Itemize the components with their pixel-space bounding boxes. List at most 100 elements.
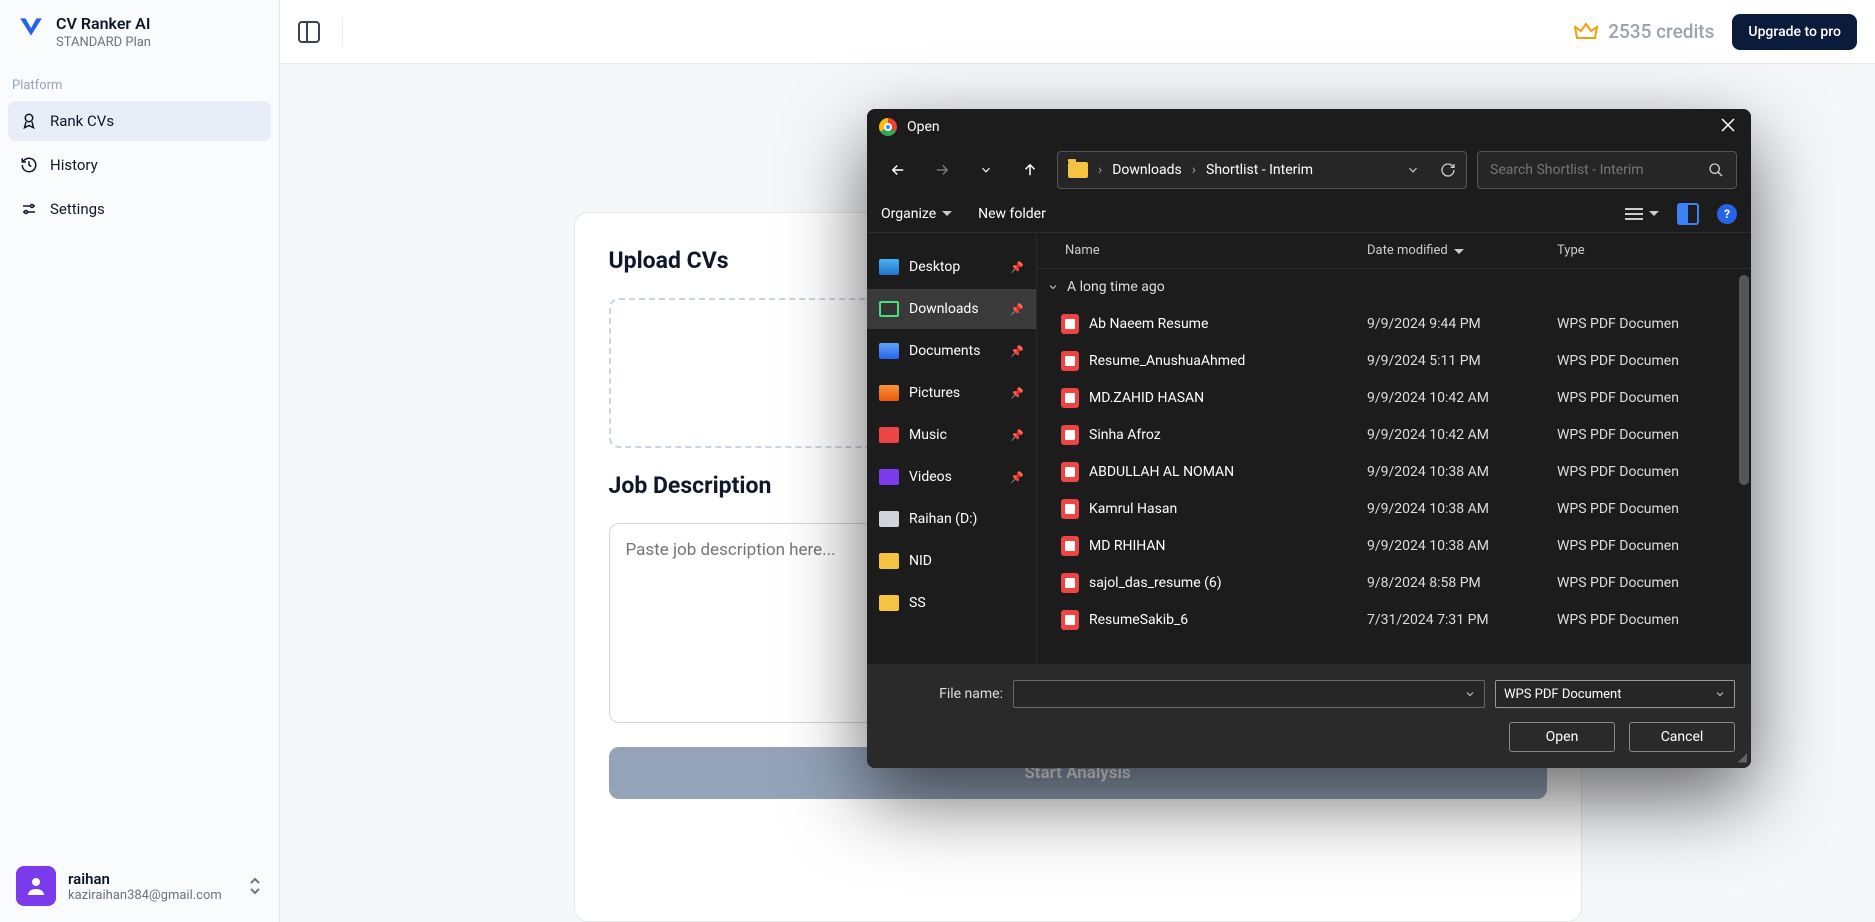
file-type: WPS PDF Documen [1557, 427, 1739, 443]
sliders-icon [20, 200, 38, 218]
file-row[interactable]: ResumeSakib_6 7/31/2024 7:31 PMWPS PDF Do… [1037, 601, 1751, 638]
search-box[interactable] [1477, 151, 1737, 189]
cancel-button[interactable]: Cancel [1629, 722, 1735, 752]
nav-item-history[interactable]: History [8, 145, 271, 185]
side-item[interactable]: Music📌 [867, 415, 1036, 455]
file-name: MD RHIHAN [1089, 538, 1166, 554]
file-date: 9/8/2024 8:58 PM [1367, 575, 1557, 591]
crumb-sep: › [1192, 162, 1196, 178]
side-item[interactable]: Videos📌 [867, 457, 1036, 497]
dialog-titlebar: Open [867, 109, 1751, 145]
brand-block: CV Ranker AI STANDARD Plan [0, 0, 279, 64]
side-item[interactable]: SS [867, 583, 1036, 623]
pdf-icon [1061, 425, 1079, 445]
section-label: Platform [0, 64, 279, 101]
scrollbar-thumb[interactable] [1739, 275, 1749, 485]
nav-forward-button[interactable] [925, 153, 959, 187]
file-list[interactable]: A long time ago Ab Naeem Resume9/9/2024 … [1037, 269, 1751, 664]
file-name-input-wrap[interactable] [1013, 680, 1485, 708]
col-type[interactable]: Type [1557, 243, 1739, 258]
pdf-icon [1061, 388, 1079, 408]
file-row[interactable]: sajol_das_resume (6)9/8/2024 8:58 PMWPS … [1037, 564, 1751, 601]
pdf-icon [1061, 314, 1079, 334]
preview-pane-button[interactable] [1677, 203, 1699, 225]
avatar [16, 866, 56, 906]
nav-up-button[interactable] [1013, 153, 1047, 187]
file-row[interactable]: MD.ZAHID HASAN9/9/2024 10:42 AMWPS PDF D… [1037, 379, 1751, 416]
dialog-footer: File name: WPS PDF Document Open Cancel [867, 664, 1751, 768]
file-type: WPS PDF Documen [1557, 612, 1739, 628]
dialog-nav: › Downloads › Shortlist - Interim [867, 145, 1751, 195]
nav-item-settings[interactable]: Settings [8, 189, 271, 229]
open-button[interactable]: Open [1509, 722, 1615, 752]
refresh-icon[interactable] [1440, 162, 1456, 178]
sidebar: CV Ranker AI STANDARD Plan Platform Rank… [0, 0, 280, 922]
history-icon [20, 156, 38, 174]
side-item[interactable]: Pictures📌 [867, 373, 1036, 413]
chevron-down-icon [979, 163, 993, 177]
panel-toggle-icon[interactable] [298, 21, 320, 43]
side-item[interactable]: Desktop📌 [867, 247, 1036, 287]
file-name-input[interactable] [1022, 687, 1464, 702]
search-icon [1708, 162, 1724, 178]
crown-icon [1574, 20, 1598, 44]
col-date[interactable]: Date modified [1367, 243, 1557, 258]
file-date: 9/9/2024 9:44 PM [1367, 316, 1557, 332]
view-mode-button[interactable] [1625, 208, 1659, 220]
side-item[interactable]: NID [867, 541, 1036, 581]
file-type: WPS PDF Documen [1557, 353, 1739, 369]
user-name: raihan [68, 870, 222, 888]
nav-back-button[interactable] [881, 153, 915, 187]
crumb-segment[interactable]: Shortlist - Interim [1206, 162, 1313, 178]
side-item[interactable]: Raihan (D:) [867, 499, 1036, 539]
side-label: NID [909, 553, 932, 569]
side-thumb-icon [879, 469, 899, 485]
file-type: WPS PDF Documen [1557, 464, 1739, 480]
file-row[interactable]: Ab Naeem Resume9/9/2024 9:44 PMWPS PDF D… [1037, 305, 1751, 342]
file-date: 7/31/2024 7:31 PM [1367, 612, 1557, 628]
search-input[interactable] [1490, 162, 1698, 178]
file-name: MD.ZAHID HASAN [1089, 390, 1204, 406]
file-row[interactable]: Kamrul Hasan9/9/2024 10:38 AMWPS PDF Doc… [1037, 490, 1751, 527]
file-header: Name Date modified Type [1037, 233, 1751, 269]
file-row[interactable]: ABDULLAH AL NOMAN9/9/2024 10:38 AMWPS PD… [1037, 453, 1751, 490]
arrow-left-icon [889, 161, 907, 179]
side-label: Downloads [909, 301, 979, 317]
chevron-down-icon [1714, 688, 1726, 700]
nav-item-rank-cvs[interactable]: Rank CVs [8, 101, 271, 141]
caret-down-icon [1649, 209, 1659, 219]
brand-subtitle: STANDARD Plan [56, 35, 151, 50]
pdf-icon [1061, 462, 1079, 482]
file-type-select[interactable]: WPS PDF Document [1495, 680, 1735, 708]
close-button[interactable] [1717, 114, 1739, 140]
organize-menu[interactable]: Organize [881, 206, 952, 222]
col-name[interactable]: Name [1037, 243, 1367, 258]
new-folder-button[interactable]: New folder [978, 206, 1046, 222]
chevron-down-icon[interactable] [1406, 163, 1420, 177]
crumb-segment[interactable]: Downloads [1112, 162, 1182, 178]
side-thumb-icon [879, 511, 899, 527]
file-row[interactable]: Sinha Afroz9/9/2024 10:42 AMWPS PDF Docu… [1037, 416, 1751, 453]
resize-grip-icon[interactable]: ◢ [1738, 750, 1747, 764]
group-row[interactable]: A long time ago [1037, 269, 1751, 305]
file-name: ResumeSakib_6 [1089, 612, 1188, 628]
brand-logo-icon [18, 14, 44, 40]
side-label: Documents [909, 343, 980, 359]
topbar: 2535 credits Upgrade to pro [280, 0, 1875, 64]
user-block[interactable]: raihan kaziraihan384@gmail.com [0, 850, 279, 922]
dialog-title: Open [907, 119, 940, 135]
file-date: 9/9/2024 10:38 AM [1367, 464, 1557, 480]
help-button[interactable]: ? [1717, 204, 1737, 224]
chevron-down-icon[interactable] [1464, 688, 1476, 700]
arrow-up-icon [1021, 161, 1039, 179]
side-item[interactable]: Downloads📌 [867, 289, 1036, 329]
breadcrumb[interactable]: › Downloads › Shortlist - Interim [1057, 151, 1467, 189]
upgrade-button[interactable]: Upgrade to pro [1732, 14, 1857, 50]
nav-recent-button[interactable] [969, 153, 1003, 187]
file-row[interactable]: Resume_AnushuaAhmed9/9/2024 5:11 PMWPS P… [1037, 342, 1751, 379]
organize-label: Organize [881, 206, 936, 222]
dialog-body: Desktop📌Downloads📌Documents📌Pictures📌Mus… [867, 233, 1751, 664]
file-row[interactable]: MD RHIHAN9/9/2024 10:38 AMWPS PDF Docume… [1037, 527, 1751, 564]
file-name: sajol_das_resume (6) [1089, 575, 1222, 591]
side-item[interactable]: Documents📌 [867, 331, 1036, 371]
